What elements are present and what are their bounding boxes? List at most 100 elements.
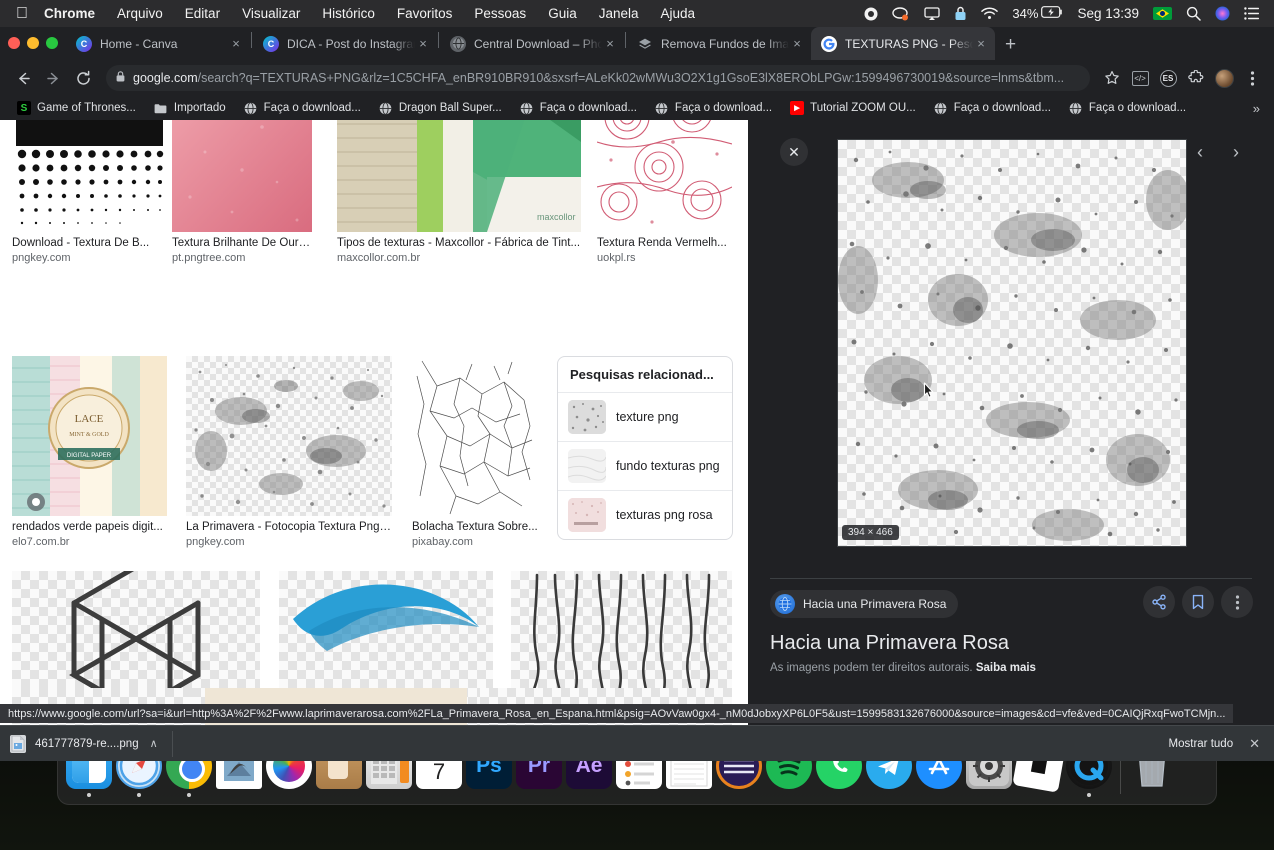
brazil-flag-icon[interactable]: [1153, 7, 1172, 20]
bookmark-faca-download-4[interactable]: Faça o download...: [925, 101, 1060, 115]
bookmarks-overflow-button[interactable]: »: [1253, 101, 1266, 116]
result-card[interactable]: maxcollor Tipos de texturas - Maxcollor …: [337, 120, 581, 265]
wifi-icon[interactable]: [981, 7, 999, 20]
menu-item-editar[interactable]: Editar: [185, 6, 220, 21]
result-thumbnail[interactable]: [186, 356, 392, 516]
result-card[interactable]: Textura Brilhante De Ouro ... pt.pngtree…: [172, 120, 312, 265]
svg-text:maxcollor: maxcollor: [537, 212, 576, 222]
png-file-icon: [10, 734, 26, 753]
preview-title: Hacia una Primavera Rosa: [770, 632, 1009, 654]
close-shelf-button[interactable]: ✕: [1249, 736, 1264, 752]
result-card[interactable]: Textura Renda Vermelh... uokpl.rs: [597, 120, 732, 265]
preview-image[interactable]: 394 × 466: [837, 139, 1187, 547]
next-image-button[interactable]: ›: [1222, 138, 1250, 166]
close-preview-button[interactable]: ✕: [780, 138, 808, 166]
spotlight-search-icon[interactable]: [1186, 6, 1201, 21]
chevron-up-icon[interactable]: ∧: [150, 737, 158, 750]
forward-arrow-icon[interactable]: [40, 65, 66, 91]
more-vertical-icon[interactable]: [1221, 586, 1253, 618]
tab-central-download[interactable]: Central Download – Photo Cam ×: [440, 27, 624, 60]
bookmark-faca-download-5[interactable]: Faça o download...: [1060, 101, 1195, 115]
menu-bar-clock[interactable]: Seg 13:39: [1077, 6, 1139, 21]
result-title[interactable]: Download - Textura De B...: [12, 236, 167, 250]
related-search-item-texturas-png-rosa[interactable]: texturas png rosa: [558, 491, 732, 539]
battery-status[interactable]: 34%: [1012, 6, 1063, 21]
share-icon[interactable]: [1143, 586, 1175, 618]
bookmark-faca-download-1[interactable]: Faça o download...: [235, 101, 370, 115]
previous-image-button[interactable]: ‹: [1186, 138, 1214, 166]
tab-close-button[interactable]: ×: [789, 37, 805, 50]
address-path: /search?q=TEXTURAS+PNG&rlz=1C5CHFA_enBR9…: [197, 71, 1065, 85]
record-icon[interactable]: [864, 7, 878, 21]
profile-avatar-icon[interactable]: [1212, 66, 1236, 90]
menu-item-favoritos[interactable]: Favoritos: [397, 6, 453, 21]
result-title[interactable]: La Primavera - Fotocopia Textura Png -..…: [186, 520, 392, 534]
minimize-window-button[interactable]: [27, 37, 39, 49]
tab-strip: C Home - Canva × C DICA - Post do Instag…: [0, 27, 1274, 60]
menu-item-pessoas[interactable]: Pessoas: [474, 6, 526, 21]
result-title[interactable]: rendados verde papeis digit...: [12, 520, 167, 534]
zoom-meeting-icon[interactable]: [892, 6, 910, 21]
close-window-button[interactable]: [8, 37, 20, 49]
result-thumbnail[interactable]: maxcollor: [337, 120, 581, 232]
tab-close-button[interactable]: ×: [973, 37, 989, 50]
menu-item-chrome[interactable]: Chrome: [44, 6, 95, 21]
menu-item-guia[interactable]: Guia: [548, 6, 577, 21]
result-thumbnail[interactable]: [597, 120, 732, 232]
result-title[interactable]: Bolacha Textura Sobre...: [412, 520, 538, 534]
bookmark-importado[interactable]: Importado: [145, 101, 235, 115]
bookmark-icon[interactable]: [1182, 586, 1214, 618]
related-search-item-fundo-texturas-png[interactable]: fundo texturas png: [558, 442, 732, 491]
bookmark-faca-download-3[interactable]: Faça o download...: [646, 101, 781, 115]
address-bar[interactable]: google.com/search?q=TEXTURAS+PNG&rlz=1C5…: [106, 65, 1090, 91]
menu-item-visualizar[interactable]: Visualizar: [242, 6, 300, 21]
related-search-item-texture-png[interactable]: texture png: [558, 393, 732, 442]
download-item[interactable]: 461777879-re....png ∧: [10, 730, 173, 757]
tab-close-button[interactable]: ×: [415, 37, 431, 50]
result-card[interactable]: LACE MINT & GOLD DIGITAL PAPER rendados …: [12, 356, 167, 549]
result-card[interactable]: Bolacha Textura Sobre... pixabay.com: [412, 356, 538, 549]
bookmark-faca-download-2[interactable]: Faça o download...: [511, 101, 646, 115]
tab-remova-fundos[interactable]: Remova Fundos de Imagens – r ×: [627, 27, 811, 60]
back-arrow-icon[interactable]: [10, 65, 36, 91]
result-thumbnail[interactable]: [12, 120, 167, 232]
result-thumbnail[interactable]: [412, 356, 538, 516]
menu-item-janela[interactable]: Janela: [599, 6, 639, 21]
extensions-puzzle-icon[interactable]: [1184, 66, 1208, 90]
chrome-menu-icon[interactable]: [1240, 66, 1264, 90]
airplay-icon[interactable]: [924, 6, 941, 21]
notification-center-icon[interactable]: [1244, 7, 1260, 20]
lock-icon[interactable]: [954, 6, 967, 21]
preview-source-chip[interactable]: Hacia una Primavera Rosa: [770, 590, 959, 618]
es-extension-icon[interactable]: ES: [1156, 66, 1180, 90]
learn-more-link[interactable]: Saiba mais: [976, 662, 1036, 674]
menu-item-arquivo[interactable]: Arquivo: [117, 6, 163, 21]
tab-separator: [438, 31, 439, 48]
bookmark-star-icon[interactable]: [1100, 66, 1124, 90]
reload-icon[interactable]: [70, 65, 96, 91]
result-title[interactable]: Tipos de texturas - Maxcollor - Fábrica …: [337, 236, 581, 250]
result-card[interactable]: Download - Textura De B... pngkey.com: [12, 120, 167, 265]
tab-close-button[interactable]: ×: [228, 37, 244, 50]
result-title[interactable]: Textura Renda Vermelh...: [597, 236, 732, 250]
siri-icon[interactable]: [1215, 6, 1230, 21]
chrome-browser-window: C Home - Canva × C DICA - Post do Instag…: [0, 27, 1274, 761]
tab-dica-post-instagram[interactable]: C DICA - Post do Instagram ×: [253, 27, 437, 60]
bookmark-game-of-thrones[interactable]: S Game of Thrones...: [8, 101, 145, 115]
result-card[interactable]: La Primavera - Fotocopia Textura Png -..…: [186, 356, 392, 549]
tab-texturas-png-pesquisa[interactable]: TEXTURAS PNG - Pesquisa Go ×: [811, 27, 995, 60]
code-extension-icon[interactable]: </>: [1128, 66, 1152, 90]
result-thumbnail[interactable]: [172, 120, 312, 232]
show-all-downloads-button[interactable]: Mostrar tudo: [1169, 738, 1234, 750]
menu-item-ajuda[interactable]: Ajuda: [661, 6, 696, 21]
new-tab-button[interactable]: +: [1005, 35, 1016, 54]
bookmark-tutorial-zoom[interactable]: ► Tutorial ZOOM OU...: [781, 101, 925, 115]
result-title[interactable]: Textura Brilhante De Ouro ...: [172, 236, 312, 250]
bookmark-dragon-ball-super[interactable]: Dragon Ball Super...: [370, 101, 511, 115]
apple-icon[interactable]: : [16, 5, 28, 22]
result-thumbnail[interactable]: LACE MINT & GOLD DIGITAL PAPER: [12, 356, 167, 516]
tab-home-canva[interactable]: C Home - Canva ×: [66, 27, 250, 60]
maximize-window-button[interactable]: [46, 37, 58, 49]
menu-item-historico[interactable]: Histórico: [322, 6, 375, 21]
tab-close-button[interactable]: ×: [602, 37, 618, 50]
